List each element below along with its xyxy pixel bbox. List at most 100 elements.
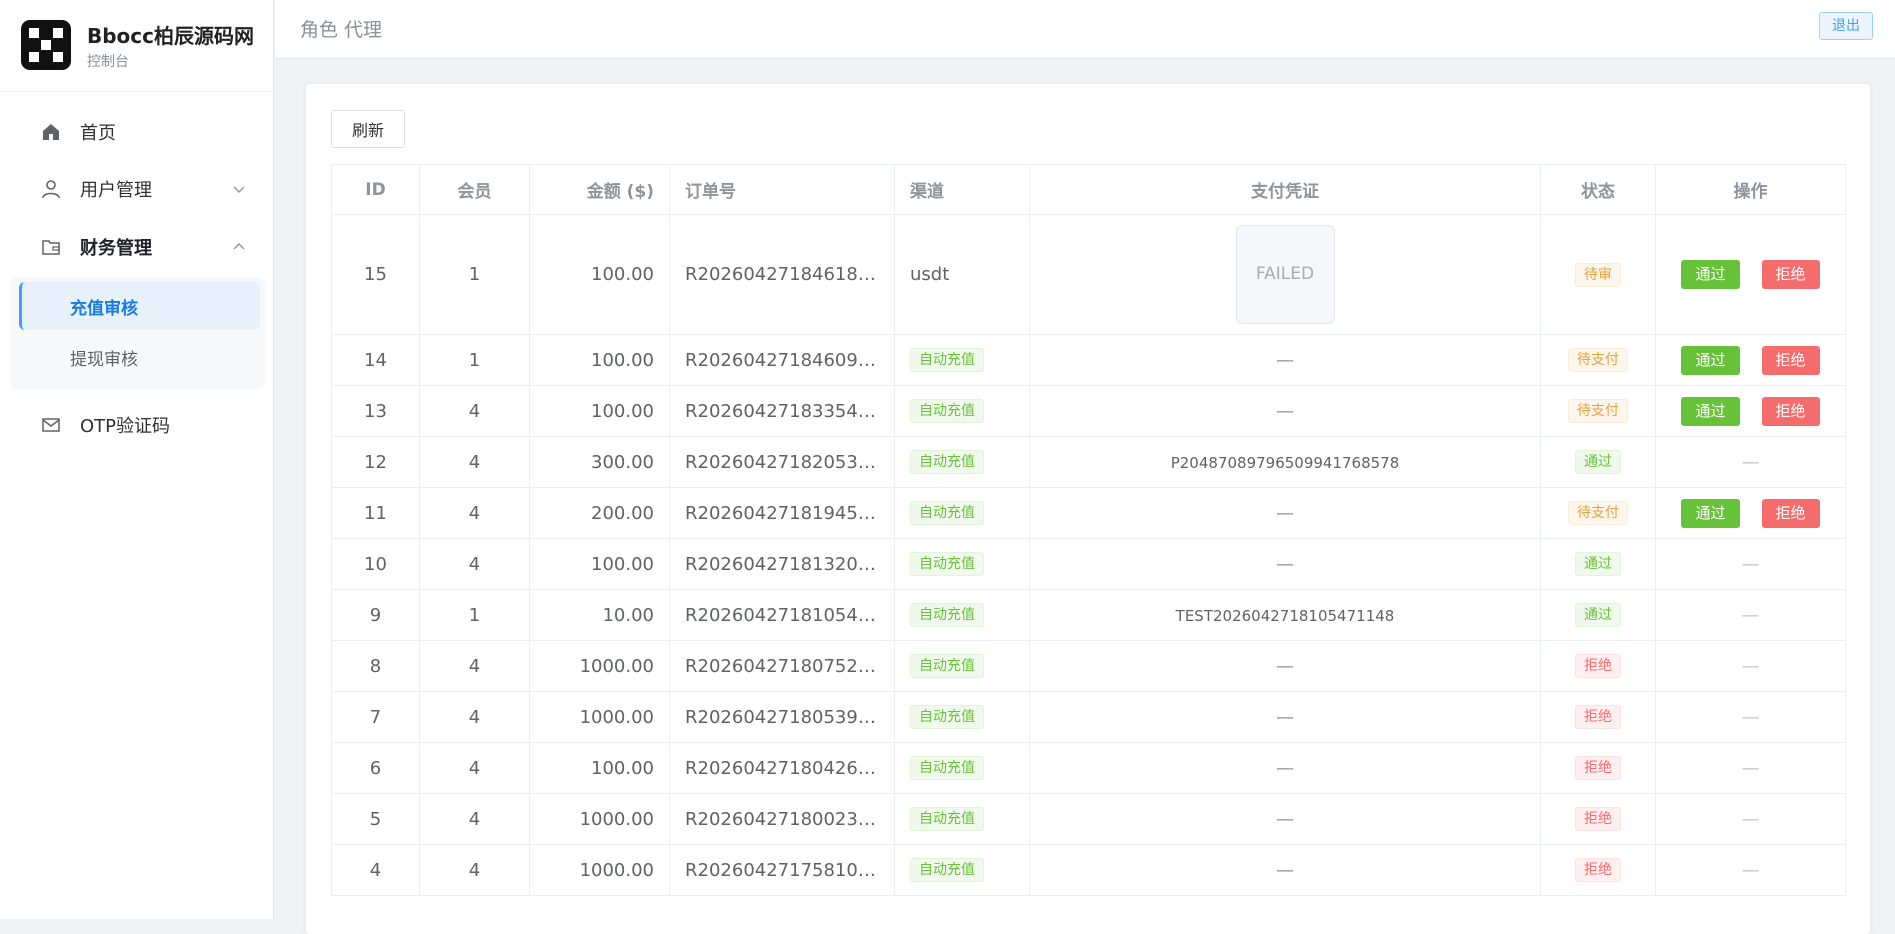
cell-id: 9 [331,589,420,641]
cell-status: 拒绝 [1540,742,1656,794]
voucher-empty: — [1276,757,1294,779]
nav-item-home[interactable]: 首页 [0,112,274,152]
status-badge: 通过 [1575,552,1621,576]
approve-button[interactable]: 通过 [1681,498,1740,528]
row-amount: 100.00 [591,349,654,371]
main-card: 刷新 ID 会员 金额 ($) 订单号 渠道 支付凭证 状态 操作 1 5 1 100… [306,84,1870,934]
reject-button[interactable]: 拒绝 [1761,345,1820,375]
row-member: 1 [468,349,481,371]
cell-id: 11 [331,487,420,539]
table-row: 9 1 10.00 R2026042718105447... 自动充值 TEST20260… [331,589,1846,641]
row-id: 11 [364,502,387,524]
cell-order: R2026042718335495... [669,385,895,437]
approve-button[interactable]: 通过 [1681,396,1740,426]
channel-tag: 自动充值 [910,705,984,729]
cell-id: 6 [331,742,420,794]
row-id: 13 [364,400,387,422]
row-member: 4 [468,808,481,830]
cell-channel: 自动充值 [894,742,1030,794]
no-action: — [1741,859,1760,881]
cell-voucher: — [1029,844,1541,896]
cell-member: 4 [419,691,530,743]
cell-voucher: — [1029,385,1541,437]
nav-item-finance[interactable]: 财务管理 [0,227,274,267]
row-id: 10 [364,553,387,575]
cell-actions: — [1655,538,1846,590]
cell-id: 5 [331,793,420,845]
status-badge: 拒绝 [1575,705,1621,729]
cell-order: R2026042718105447... [669,589,895,641]
page-title: 角色 代理 [300,19,383,41]
column-header-order[interactable]: 订单号 [669,164,895,215]
sidebar-item-withdraw-review[interactable]: 提现审核 [19,333,260,381]
cell-amount: 300.00 [529,436,670,488]
voucher-text: TEST2026042718105471148 [1175,606,1395,625]
reject-button[interactable]: 拒绝 [1761,498,1820,528]
cell-amount: 1000.00 [529,640,670,692]
nav-item-otp-label: OTP验证码 [80,416,171,437]
cell-id: 7 [331,691,420,743]
channel-tag: 自动充值 [910,501,984,525]
cell-order: R2026042718053967... [669,691,895,743]
cell-status: 待审 [1540,214,1656,335]
cell-amount: 100.00 [529,742,670,794]
voucher-empty: — [1276,502,1294,524]
row-member: 4 [468,706,481,728]
approve-button[interactable]: 通过 [1681,260,1740,289]
column-header-member[interactable]: 会员 [419,164,530,215]
sidebar-item-label: 提现审核 [70,349,138,370]
no-action: — [1741,655,1760,677]
cell-status: 待支付 [1540,334,1656,386]
table-body: 15 1 100.00 R2026042718461876... usdt FAILED 待… [331,214,1846,896]
cell-order: R2026042718002359... [669,793,895,845]
nav-item-otp[interactable]: OTP验证码 [0,405,274,445]
row-member: 4 [468,655,481,677]
table-row: 7 4 1000.00 R2026042718053967... 自动充值 — 拒绝 — [331,691,1846,743]
cell-amount: 1000.00 [529,793,670,845]
no-action: — [1741,757,1760,779]
cell-amount: 100.00 [529,538,670,590]
logout-button[interactable]: 退出 [1819,12,1873,40]
table-row: 10 4 100.00 R2026042718132089... 自动充值 — 通过 — [331,538,1846,590]
row-amount: 1000.00 [579,655,654,677]
cell-id: 13 [331,385,420,437]
cell-channel: 自动充值 [894,436,1030,488]
row-member: 4 [468,502,481,524]
cell-member: 4 [419,742,530,794]
row-amount: 1000.00 [579,859,654,881]
cell-member: 4 [419,844,530,896]
cell-actions: — [1655,640,1846,692]
cell-member: 4 [419,487,530,539]
cell-status: 拒绝 [1540,691,1656,743]
row-order-number: R2026042718075227... [685,655,895,677]
reject-button[interactable]: 拒绝 [1761,396,1820,426]
channel-tag: 自动充值 [910,552,984,576]
cell-amount: 200.00 [529,487,670,539]
nav-item-users[interactable]: 用户管理 [0,169,274,209]
cell-order: R2026042718205317... [669,436,895,488]
nav-item-finance-label: 财务管理 [80,238,152,259]
column-header-voucher[interactable]: 支付凭证 [1029,164,1541,215]
row-amount: 100.00 [591,400,654,422]
table-row: 4 4 1000.00 R2026042717581080... 自动充值 — 拒绝 — [331,844,1846,896]
row-amount: 1000.00 [579,706,654,728]
refresh-button[interactable]: 刷新 [331,110,405,148]
status-badge: 待审 [1575,262,1621,287]
table-row: 12 4 300.00 R2026042718205317... 自动充值 P204870… [331,436,1846,488]
row-member: 4 [468,400,481,422]
table-row: 11 4 200.00 R2026042718194531... 自动充值 — 待支付 通过拒… [331,487,1846,539]
cell-voucher: — [1029,487,1541,539]
cell-actions: 通过 拒绝 [1655,385,1846,437]
column-header-status[interactable]: 状态 [1540,164,1656,215]
voucher-image-placeholder[interactable]: FAILED [1235,225,1335,324]
column-header-amount[interactable]: 金额 ($) [529,164,670,215]
sidebar-item-recharge-review[interactable]: 充值审核 [19,282,260,330]
cell-member: 1 [419,214,530,335]
column-header-channel[interactable]: 渠道 [894,164,1030,215]
approve-button[interactable]: 通过 [1681,345,1740,375]
no-action: — [1741,706,1760,728]
column-header-id[interactable]: ID [331,164,420,215]
column-header-actions[interactable]: 操作 [1655,164,1846,215]
finance-submenu: 充值审核 提现审核 [10,277,265,390]
reject-button[interactable]: 拒绝 [1761,260,1820,289]
